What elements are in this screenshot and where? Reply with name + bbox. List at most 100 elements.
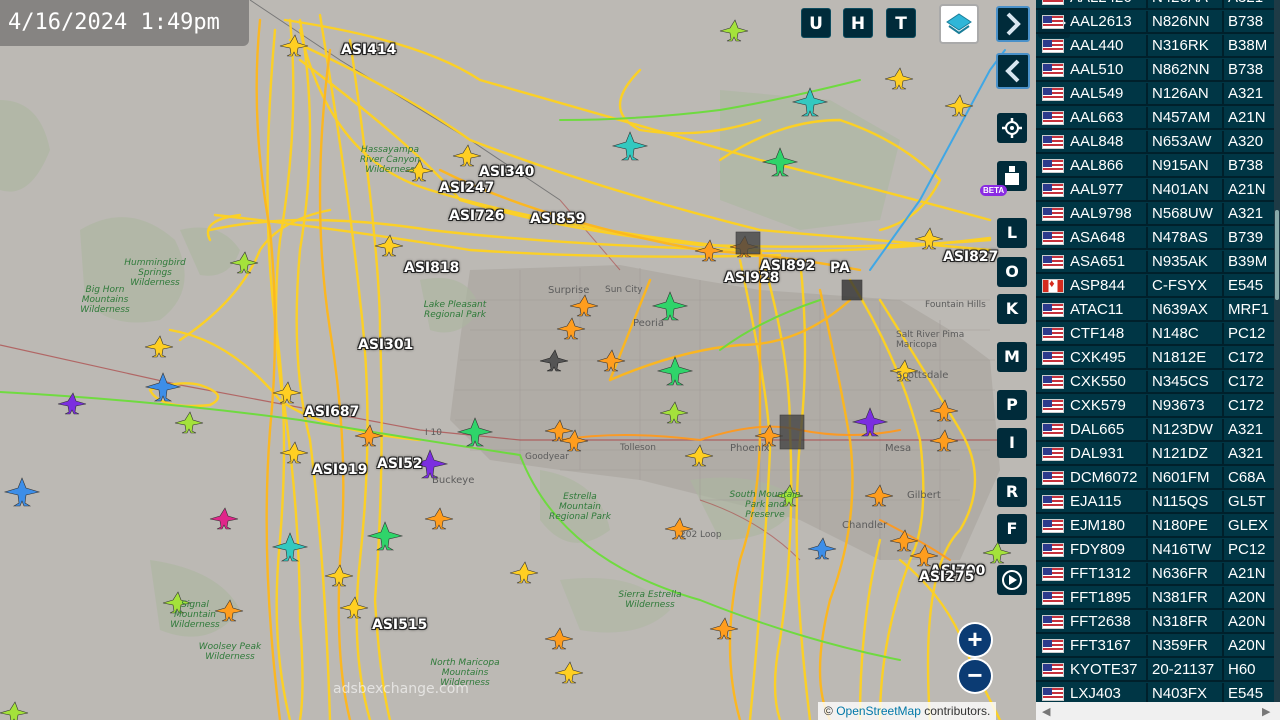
type-cell: A20N [1222, 635, 1270, 657]
park-label-lake-pleasant: Lake Pleasant Regional Park [423, 300, 487, 320]
zoom-out-button[interactable]: − [959, 660, 991, 692]
table-row[interactable]: DAL665 N123DW A321 [1036, 419, 1274, 442]
u-button[interactable]: U [801, 8, 831, 38]
table-row[interactable]: AAL9798 N568UW A321 [1036, 203, 1274, 226]
table-row[interactable]: FFT1312 N636FR A21N [1036, 563, 1274, 586]
h-button[interactable]: H [843, 8, 873, 38]
aircraft-label[interactable]: ASI687 [304, 404, 359, 420]
table-row[interactable]: DCM6072 N601FM C68A [1036, 467, 1274, 490]
toggle-l-button[interactable]: L [997, 218, 1027, 248]
aircraft-label[interactable]: ASI818 [404, 260, 459, 276]
table-row[interactable]: CTF148 N148C PC12 [1036, 323, 1274, 346]
settings-button[interactable] [997, 113, 1027, 143]
us-flag-icon [1042, 183, 1064, 197]
table-row[interactable]: AAL866 N915AN B738 [1036, 155, 1274, 178]
aircraft-label[interactable]: ASI919 [312, 462, 367, 478]
table-row[interactable]: CXK579 N93673 C172 [1036, 395, 1274, 418]
callsign-cell: AAL848 [1070, 133, 1124, 150]
toggle-r-button[interactable]: R [997, 477, 1027, 507]
aircraft-label[interactable]: ASI275 [919, 569, 974, 585]
table-row[interactable]: ASP844 C-FSYXE545 [1036, 275, 1274, 298]
timestamp: 4/16/2024 1:49pm [0, 0, 249, 46]
replay-button[interactable] [997, 565, 1027, 595]
collapse-left-button[interactable] [996, 53, 1030, 89]
t-button[interactable]: T [886, 8, 916, 38]
aircraft-label[interactable]: ASI414 [341, 42, 396, 58]
type-cell: A20N [1222, 611, 1270, 633]
table-row[interactable]: ASA648 N478AS B739 [1036, 227, 1274, 250]
registration-cell: N148C [1146, 323, 1222, 345]
table-row[interactable]: AAL2426N426AAA321 [1036, 0, 1274, 10]
table-row[interactable]: FFT3167 N359FR A20N [1036, 635, 1274, 658]
us-flag-icon [1042, 207, 1064, 221]
callsign-cell: FFT1895 [1070, 589, 1131, 606]
table-row[interactable]: AAL440 N316RK B38M [1036, 35, 1274, 58]
table-scrollbar-thumb[interactable] [1275, 210, 1279, 300]
aircraft-label[interactable]: ASI52 [377, 456, 423, 472]
toggle-k-button[interactable]: K [997, 294, 1027, 324]
aircraft-label[interactable]: PA [830, 260, 850, 276]
table-row[interactable]: AAL848 N653AW A320 [1036, 131, 1274, 154]
aircraft-label[interactable]: ASI726 [449, 208, 504, 224]
registration-cell: N826NN [1146, 11, 1222, 33]
aircraft-label[interactable]: ASI247 [439, 180, 494, 196]
us-flag-icon [1042, 351, 1064, 365]
table-row[interactable]: ATAC11 N639AX MRF1 [1036, 299, 1274, 322]
table-scrollbar[interactable] [1274, 0, 1280, 702]
park-label-south-mountain: South Mountain Park and Preserve [729, 490, 801, 520]
toggle-p-button[interactable]: P [997, 390, 1027, 420]
table-row[interactable]: FFT2638 N318FR A20N [1036, 611, 1274, 634]
table-row[interactable]: FDY809 N416TW PC12 [1036, 539, 1274, 562]
chevron-right-icon [1006, 12, 1021, 36]
table-row[interactable]: FFT1895 N381FR A20N [1036, 587, 1274, 610]
table-hscrollbar[interactable]: ◀ ▶ [1036, 702, 1280, 720]
toggle-o-button[interactable]: O [997, 257, 1027, 287]
scroll-left-icon[interactable]: ◀ [1042, 705, 1050, 718]
park-label-estrella: Estrella Mountain Regional Park [549, 492, 611, 522]
table-row[interactable]: EJA115 N115QS GL5T [1036, 491, 1274, 514]
table-row[interactable]: AAL663 N457AM A21N [1036, 107, 1274, 130]
aircraft-label[interactable]: ASI301 [358, 337, 413, 353]
registration-cell: N318FR [1146, 611, 1222, 633]
registration-cell: N935AK [1146, 251, 1222, 273]
us-flag-icon [1042, 423, 1064, 437]
osm-link[interactable]: OpenStreetMap [836, 704, 921, 718]
table-row[interactable]: ASA651 N935AK B39M [1036, 251, 1274, 274]
scroll-right-icon[interactable]: ▶ [1262, 705, 1270, 718]
aircraft-label[interactable]: ASI928 [724, 270, 779, 286]
aircraft-label[interactable]: ASI515 [372, 617, 427, 633]
map-label-phoenix: Phoenix [730, 443, 770, 454]
table-row[interactable]: CXK550 N345CS C172 [1036, 371, 1274, 394]
table-row[interactable]: EJM180 N180PE GLEX [1036, 515, 1274, 538]
table-row[interactable]: DAL931 N121DZ A321 [1036, 443, 1274, 466]
map-canvas[interactable]: Surprise Sun City Peoria Scottsdale Toll… [0, 0, 1036, 720]
map-label-scottsdale: Scottsdale [896, 370, 949, 381]
park-label-sierra-estrella: Sierra Estrella Wilderness [618, 590, 682, 610]
toggle-i-button[interactable]: I [997, 428, 1027, 458]
table-row[interactable]: AAL510 N862NN B738 [1036, 59, 1274, 82]
expand-right-button[interactable] [996, 6, 1030, 42]
table-row[interactable]: AAL549 N126AN A321 [1036, 83, 1274, 106]
table-row[interactable]: CXK495 N1812E C172 [1036, 347, 1274, 370]
callsign-cell: CXK579 [1070, 397, 1126, 414]
registration-cell: N915AN [1146, 155, 1222, 177]
map-label-goodyear: Goodyear [525, 452, 569, 462]
type-cell: C172 [1222, 395, 1270, 417]
type-cell: PC12 [1222, 323, 1270, 345]
park-label-big-horn: Big Horn Mountains Wilderness [80, 285, 130, 315]
layers-button[interactable] [939, 4, 979, 44]
registration-cell: N316RK [1146, 35, 1222, 57]
table-row[interactable]: AAL2613 N826NN B738 [1036, 11, 1274, 34]
table-row[interactable]: AAL977 N401AN A21N [1036, 179, 1274, 202]
aircraft-label[interactable]: ASI340 [479, 164, 534, 180]
callsign-cell: AAL2613 [1070, 13, 1132, 30]
toggle-f-button[interactable]: F [997, 514, 1027, 544]
toggle-m-button[interactable]: M [997, 342, 1027, 372]
table-row[interactable]: KYOTE37 20-21137 H60 [1036, 659, 1274, 682]
aircraft-label[interactable]: ASI859 [530, 211, 585, 227]
type-cell: GL5T [1222, 491, 1270, 513]
aircraft-label[interactable]: ASI827 [943, 249, 998, 265]
attribution-suffix: contributors. [924, 704, 991, 718]
zoom-in-button[interactable]: + [959, 624, 991, 656]
us-flag-icon [1042, 231, 1064, 245]
